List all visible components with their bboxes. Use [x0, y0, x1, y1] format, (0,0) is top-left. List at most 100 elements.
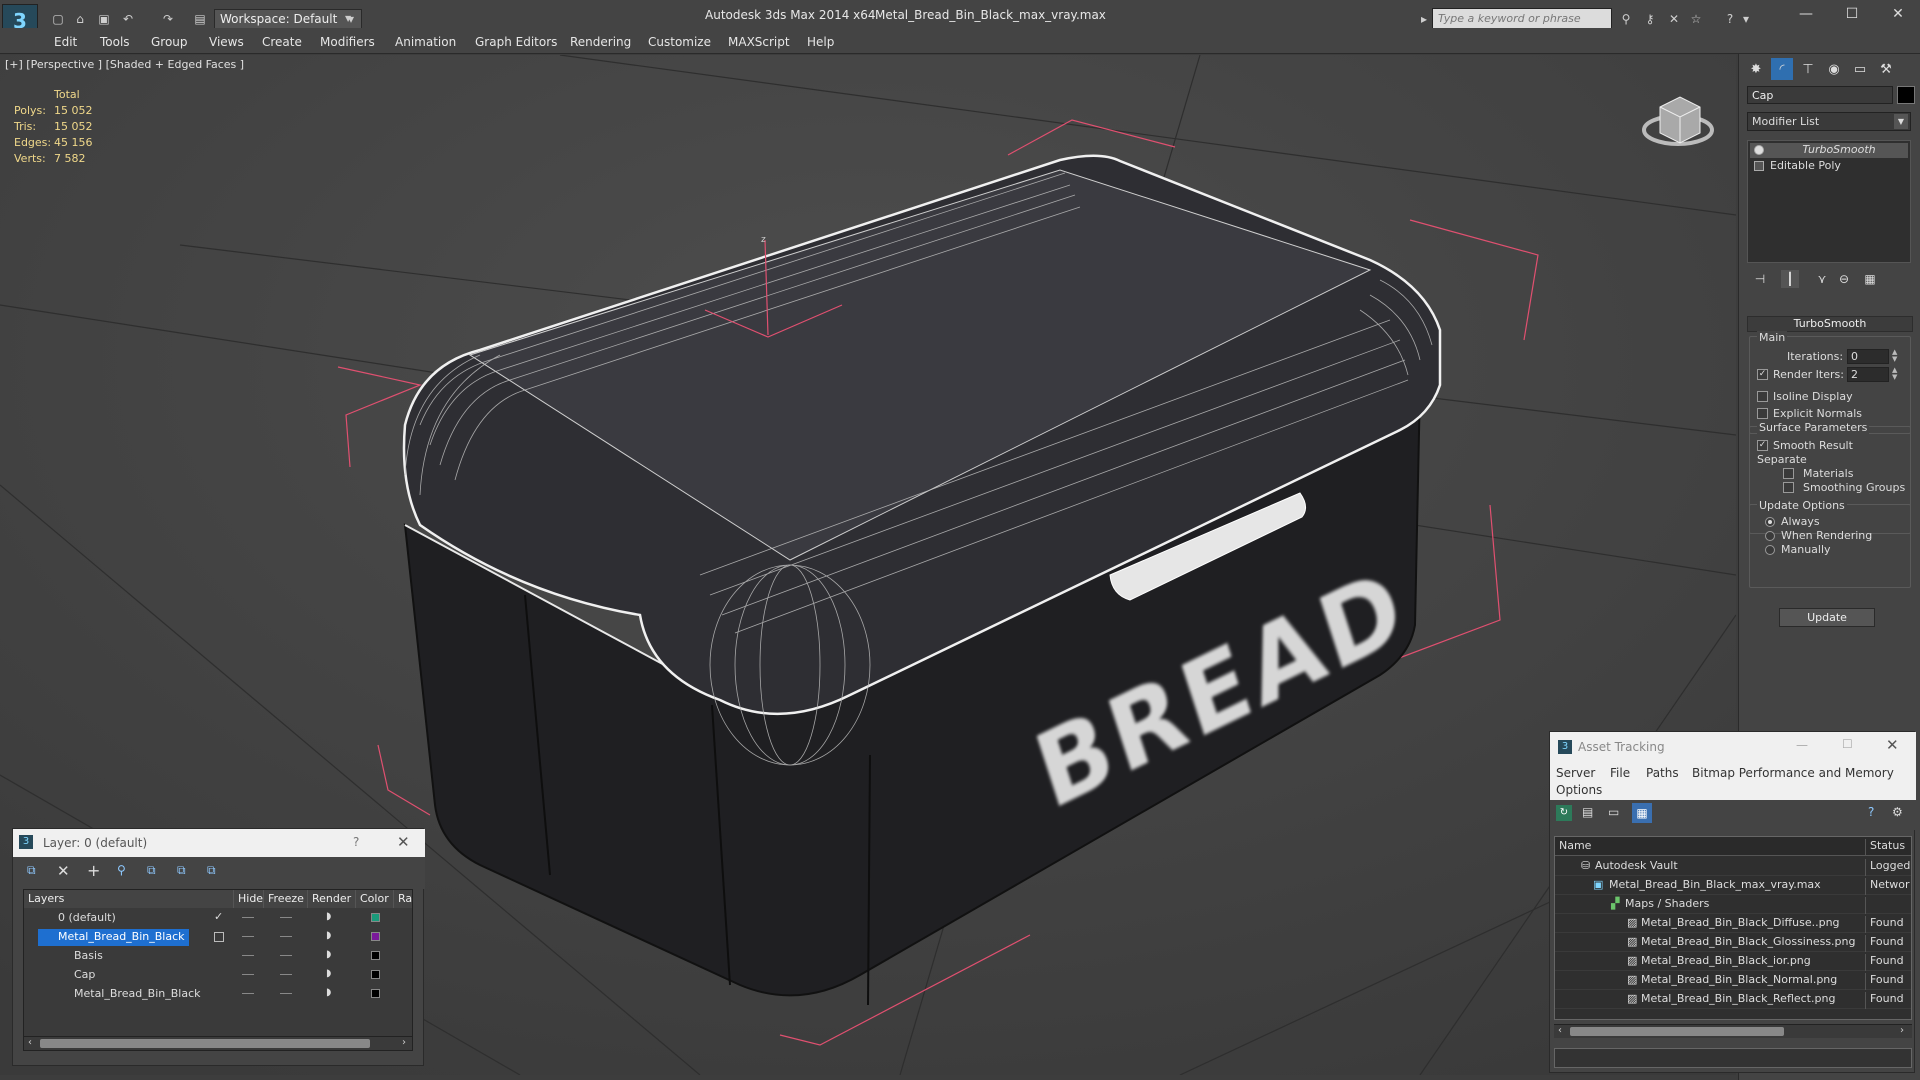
list-view-icon[interactable]: ▤: [1582, 805, 1593, 819]
menu-group[interactable]: Group: [151, 35, 188, 49]
render-iters-checkbox[interactable]: ✓: [1757, 369, 1768, 380]
help-dropdown-icon[interactable]: ▾: [1740, 9, 1752, 29]
expand-plus-icon[interactable]: [1754, 161, 1764, 171]
asset-row[interactable]: ▞ Maps / Shaders: [1555, 895, 1911, 914]
menu-help[interactable]: Help: [807, 35, 834, 49]
maximize-button[interactable]: ☐: [1838, 6, 1866, 28]
spinner-arrows-icon[interactable]: ▲ ▼: [1892, 367, 1900, 382]
asset-row[interactable]: ▣ Metal_Bread_Bin_Black_max_vray.max Net…: [1555, 876, 1911, 895]
stack-item-turbosmooth[interactable]: TurboSmooth: [1750, 143, 1908, 158]
delete-layer-icon[interactable]: ✕: [57, 862, 70, 880]
menu-customize[interactable]: Customize: [648, 35, 711, 49]
smoothing-groups-checkbox[interactable]: [1783, 482, 1794, 493]
asset-window-titlebar[interactable]: 3 Asset Tracking — ☐ ✕: [1550, 732, 1916, 762]
asset-name[interactable]: Maps / Shaders: [1625, 897, 1709, 910]
asset-name[interactable]: Metal_Bread_Bin_Black_Normal.png: [1641, 973, 1837, 986]
horizontal-scrollbar[interactable]: ‹ ›: [1554, 1024, 1912, 1038]
menu-modifiers[interactable]: Modifiers: [320, 35, 375, 49]
modify-tab-icon[interactable]: ◜: [1771, 58, 1793, 80]
layer-row[interactable]: Metal_Bread_Bin_Black ◗: [24, 985, 412, 1004]
help-icon[interactable]: ?: [1868, 805, 1874, 819]
help-button[interactable]: ?: [353, 835, 359, 849]
new-file-icon[interactable]: ▢: [48, 9, 68, 29]
display-tab-icon[interactable]: ▭: [1849, 58, 1871, 80]
redo-icon[interactable]: ↷: [158, 9, 178, 29]
column-freeze[interactable]: Freeze: [264, 890, 308, 908]
teapot-icon[interactable]: ◗: [326, 987, 331, 998]
asset-path-field[interactable]: [1554, 1048, 1912, 1068]
column-color[interactable]: Color: [356, 890, 394, 908]
favorites-star-icon[interactable]: ☆: [1686, 9, 1706, 29]
menu-maxscript[interactable]: MAXScript: [728, 35, 790, 49]
layer-row[interactable]: Basis ◗: [24, 947, 412, 966]
turbosmooth-rollout-header[interactable]: TurboSmooth: [1747, 316, 1913, 332]
horizontal-scrollbar[interactable]: ‹ ›: [24, 1036, 412, 1050]
select-objects-icon[interactable]: ⚲: [117, 863, 126, 877]
chevron-down-icon[interactable]: ▼: [1894, 114, 1908, 129]
active-layer-check-icon[interactable]: ✓: [214, 910, 223, 923]
when-rendering-radio[interactable]: [1765, 531, 1775, 541]
subscription-icon[interactable]: ⚷: [1640, 9, 1660, 29]
scroll-left-icon[interactable]: ‹: [1558, 1025, 1562, 1036]
menu-file[interactable]: File: [1610, 766, 1630, 780]
thumbnail-view-icon[interactable]: ▭: [1608, 805, 1619, 819]
lightbulb-icon[interactable]: [1754, 145, 1764, 155]
teapot-icon[interactable]: ◗: [326, 949, 331, 960]
project-folder-icon[interactable]: ▤: [190, 9, 210, 29]
freeze-all-layers-icon[interactable]: ⧉: [207, 863, 216, 878]
asset-name[interactable]: Metal_Bread_Bin_Black_max_vray.max: [1609, 878, 1821, 891]
object-color-swatch[interactable]: [371, 970, 380, 979]
column-radiosity[interactable]: Ra: [394, 890, 412, 908]
column-name[interactable]: Name: [1559, 839, 1591, 852]
asset-name[interactable]: Metal_Bread_Bin_Black_Diffuse..png: [1641, 916, 1840, 929]
asset-row[interactable]: ▨ Metal_Bread_Bin_Black_Reflect.png Foun…: [1555, 990, 1911, 1009]
quick-access-menu-icon[interactable]: ▾: [344, 9, 358, 29]
asset-row[interactable]: ⛁ Autodesk Vault Logged: [1555, 857, 1911, 876]
search-input[interactable]: Type a keyword or phrase: [1432, 8, 1612, 29]
viewport-label[interactable]: [+] [Perspective ] [Shaded + Edged Faces…: [5, 58, 244, 71]
column-status[interactable]: Status: [1865, 839, 1905, 856]
hide-all-layers-icon[interactable]: ⧉: [177, 863, 186, 878]
menu-edit[interactable]: Edit: [54, 35, 77, 49]
asset-row[interactable]: ▨ Metal_Bread_Bin_Black_Diffuse..png Fou…: [1555, 914, 1911, 933]
explicit-normals-checkbox[interactable]: [1757, 408, 1768, 419]
asset-name[interactable]: Metal_Bread_Bin_Black_Reflect.png: [1641, 992, 1835, 1005]
workspace-dropdown[interactable]: Workspace: Default: [214, 9, 362, 29]
column-render[interactable]: Render: [308, 890, 356, 908]
hierarchy-tab-icon[interactable]: ⊤: [1797, 58, 1819, 80]
pin-stack-icon[interactable]: ⊣: [1751, 270, 1769, 288]
scroll-right-icon[interactable]: ›: [1900, 1025, 1904, 1036]
motion-tab-icon[interactable]: ◉: [1823, 58, 1845, 80]
asset-row[interactable]: ▨ Metal_Bread_Bin_Black_ior.png Found: [1555, 952, 1911, 971]
create-layer-icon[interactable]: ⧉: [27, 863, 36, 878]
teapot-icon[interactable]: ◗: [326, 968, 331, 979]
scroll-thumb[interactable]: [40, 1039, 370, 1048]
object-name[interactable]: Basis: [54, 948, 107, 965]
asset-name[interactable]: Metal_Bread_Bin_Black_Glossiness.png: [1641, 935, 1855, 948]
teapot-icon[interactable]: ◗: [326, 911, 331, 922]
layer-row[interactable]: Metal_Bread_Bin_Black ◗: [24, 928, 412, 947]
manually-radio[interactable]: [1765, 545, 1775, 555]
menu-graph-editors[interactable]: Graph Editors: [475, 35, 557, 49]
close-button[interactable]: ✕: [1886, 736, 1899, 754]
menu-views[interactable]: Views: [209, 35, 244, 49]
expand-search-icon[interactable]: ▸: [1418, 9, 1430, 29]
close-button[interactable]: ✕: [1884, 6, 1912, 28]
menu-create[interactable]: Create: [262, 35, 302, 49]
create-tab-icon[interactable]: ✸: [1745, 58, 1767, 80]
menu-animation[interactable]: Animation: [395, 35, 456, 49]
always-radio[interactable]: [1765, 517, 1775, 527]
highlight-layer-icon[interactable]: ⧉: [147, 863, 156, 878]
object-name[interactable]: Cap: [54, 967, 99, 984]
layer-window-titlebar[interactable]: 3 Layer: 0 (default) ? ✕: [13, 829, 425, 857]
save-icon[interactable]: ▣: [94, 9, 114, 29]
object-name[interactable]: Metal_Bread_Bin_Black: [54, 986, 205, 1003]
scroll-right-icon[interactable]: ›: [402, 1037, 406, 1048]
stack-item-editable-poly[interactable]: Editable Poly: [1750, 159, 1908, 174]
communication-icon[interactable]: ✕: [1664, 9, 1684, 29]
asset-name[interactable]: Metal_Bread_Bin_Black_ior.png: [1641, 954, 1811, 967]
configure-sets-icon[interactable]: ▦: [1861, 270, 1879, 288]
show-end-result-icon[interactable]: ┃: [1781, 270, 1799, 288]
asset-name[interactable]: Autodesk Vault: [1595, 859, 1678, 872]
undo-icon[interactable]: ↶: [118, 9, 138, 29]
